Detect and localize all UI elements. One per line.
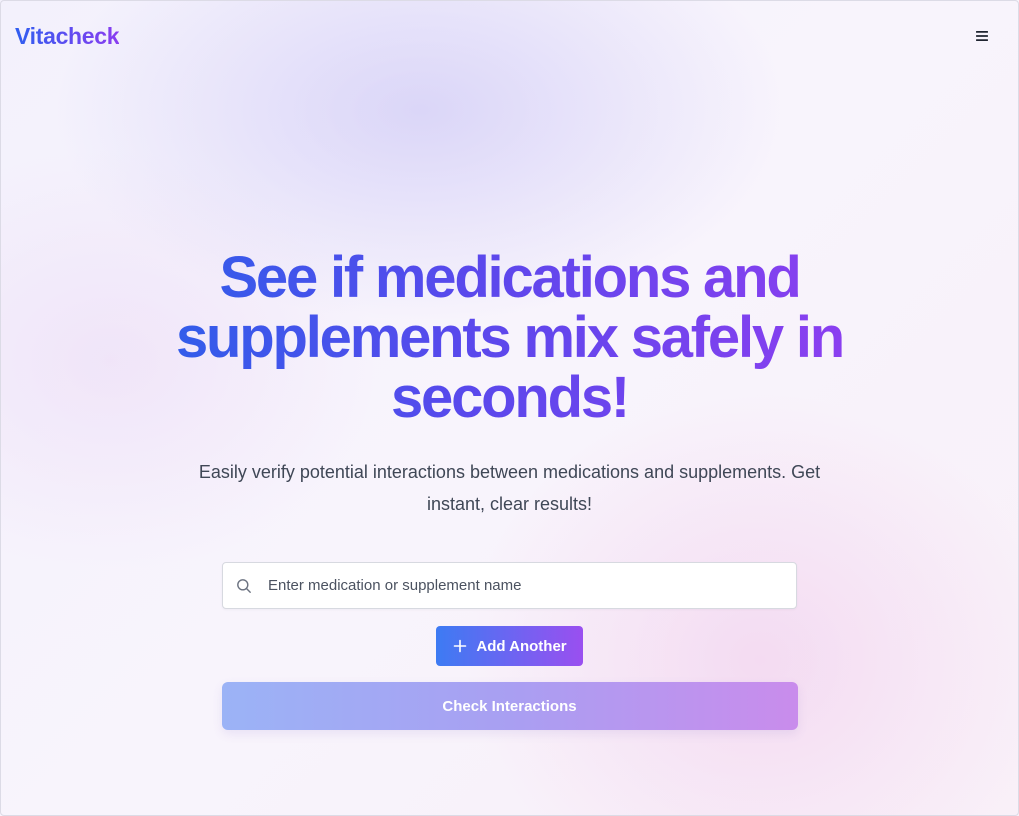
logo[interactable]: Vitacheck <box>15 23 120 50</box>
page-title: See if medications and supplements mix s… <box>150 248 870 428</box>
menu-button[interactable] <box>971 25 993 47</box>
search-field[interactable] <box>222 562 797 609</box>
medication-search-input[interactable] <box>268 577 784 594</box>
hero-section: See if medications and supplements mix s… <box>0 248 1019 730</box>
add-another-button[interactable]: Add Another <box>436 626 583 666</box>
check-interactions-button[interactable]: Check Interactions <box>221 682 798 730</box>
plus-icon <box>453 639 467 653</box>
add-another-label: Add Another <box>476 637 567 655</box>
hamburger-menu-icon <box>976 31 988 41</box>
hero-subtitle: Easily verify potential interactions bet… <box>198 462 821 514</box>
top-bar: Vitacheck <box>0 0 1019 72</box>
search-icon <box>235 577 253 595</box>
